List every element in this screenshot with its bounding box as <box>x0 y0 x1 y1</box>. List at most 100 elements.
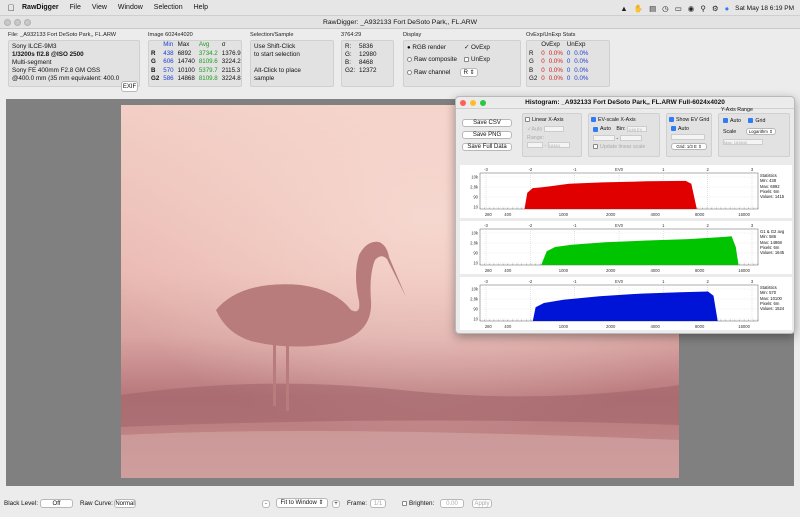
ev-tick-label: 1 <box>662 279 665 284</box>
table-row: G 606 14740 8109.6 3224.2 <box>149 58 243 67</box>
histogram-window[interactable]: Histogram: _A932133 Fort DeSoto Park,, F… <box>455 96 795 334</box>
sample-key: G: <box>345 51 352 58</box>
grid-auto-checkbox[interactable]: Auto <box>671 126 711 132</box>
menu-view[interactable]: View <box>92 4 107 11</box>
zoom-button[interactable] <box>480 100 486 106</box>
x-tick-label: 4000 <box>650 324 660 329</box>
sample-value: 12372 <box>359 67 377 74</box>
close-button[interactable] <box>4 19 11 26</box>
x-tick-label: 2000 <box>606 324 616 329</box>
wifi-icon[interactable]: ◉ <box>688 4 695 13</box>
count-cell: 0 <box>566 58 571 65</box>
zoom-select[interactable]: Fit to Window ⇕ <box>276 498 328 508</box>
control-center-icon[interactable]: ⚙ <box>712 4 719 13</box>
ev-scale-checkbox[interactable]: EV-scale X-Axis <box>591 117 659 123</box>
rgb-render-radio[interactable]: ● RGB render <box>407 44 517 52</box>
black-level-select[interactable]: Off <box>40 499 73 508</box>
range-min-field[interactable] <box>527 142 543 149</box>
ev-tick-label: -1 <box>573 167 577 172</box>
range-max-field[interactable]: 16384 <box>547 142 570 149</box>
show-ev-grid-checkbox[interactable]: Show EV Grid <box>669 117 711 123</box>
minimize-button[interactable] <box>470 100 476 106</box>
menu-help[interactable]: Help <box>194 4 208 11</box>
percent-cell: 0.0% <box>548 75 563 82</box>
scale-label: Scale <box>723 129 737 135</box>
unexp-checkbox[interactable]: UnExp <box>464 56 490 64</box>
scale-select[interactable]: Logarithm ⇕ <box>745 128 776 135</box>
count-cell: 0 <box>566 49 571 57</box>
ev-max-field[interactable] <box>619 135 642 142</box>
ovexp-checkbox[interactable]: ✓ OvExp <box>464 44 490 52</box>
clock-icon[interactable]: ◷ <box>662 4 669 13</box>
brighten-checkbox[interactable]: Brighten: <box>402 500 434 507</box>
hand-icon[interactable]: ✋ <box>634 4 643 13</box>
sd-cell: 3224.8 <box>221 75 241 82</box>
raw-composite-radio[interactable]: Raw composite <box>407 56 517 64</box>
percent-cell: 0.0% <box>548 58 563 65</box>
menubar-datetime[interactable]: Sat May 18 6:19 PM <box>735 5 794 12</box>
y-grid-checkbox[interactable]: Grid <box>748 118 765 124</box>
ev-auto-checkbox[interactable]: Auto <box>593 126 611 132</box>
file-panel-title: File: _A932133 Fort DeSoto Park,, FL.ARW <box>8 32 117 38</box>
sample-row: B: 8468 <box>345 59 390 67</box>
scale-row: Scale Logarithm ⇕ <box>723 128 789 135</box>
save-csv-button[interactable]: Save CSV <box>462 119 512 127</box>
channel-cell: G <box>151 58 156 65</box>
menu-window[interactable]: Window <box>118 4 143 11</box>
x-tick-label: 1000 <box>559 212 569 217</box>
zoom-button[interactable] <box>24 19 31 26</box>
raw-curve-select[interactable]: Normal <box>114 499 136 508</box>
exif-button[interactable]: EXIF <box>121 81 138 92</box>
zoom-in-button[interactable]: + <box>332 500 340 508</box>
header-cell: Min <box>163 41 174 48</box>
ev-tick-label: 2 <box>706 279 709 284</box>
search-icon[interactable]: ⚲ <box>700 4 706 13</box>
channel-select[interactable]: R ⇕ <box>460 68 479 77</box>
sd-cell: 1376.9 <box>221 49 241 57</box>
header-cell: OvExp <box>541 41 560 48</box>
checkbox-icon <box>402 500 407 506</box>
save-full-data-button[interactable]: Save Full Data <box>462 143 512 151</box>
y-tick-label: 10 <box>473 261 478 266</box>
checkbox-label: Auto <box>531 126 543 133</box>
apple-menu-icon[interactable]:  <box>0 3 22 13</box>
ev-tick-label: -3 <box>484 279 488 284</box>
apply-button[interactable]: Apply <box>472 499 492 508</box>
avg-cell: 5379.7 <box>198 66 218 74</box>
histogram-red: -3 -2 -1 EV0 1 2 3 10k 2.8k 90 10 280 400 1000 2000 400… <box>460 165 792 218</box>
menu-file[interactable]: File <box>70 4 81 11</box>
linear-min-field[interactable] <box>543 126 564 132</box>
save-png-button[interactable]: Save PNG <box>462 131 512 139</box>
display-panel-title: Display <box>403 32 422 38</box>
ev-grid-select[interactable]: Grid: 1/3 E ⇕ <box>671 143 707 151</box>
menu-selection[interactable]: Selection <box>154 4 183 11</box>
brighten-field[interactable]: 0.00 <box>440 499 464 508</box>
grid-field[interactable] <box>671 134 705 140</box>
bin-field[interactable]: 1/48 EV <box>627 126 648 132</box>
frame-field[interactable]: 1/1 <box>370 499 386 508</box>
battery-icon[interactable]: ▭ <box>675 4 682 13</box>
sidebar-icon[interactable]: ▤ <box>649 4 656 13</box>
menu-app[interactable]: RawDigger <box>22 4 59 11</box>
ev-min-field[interactable] <box>593 135 615 142</box>
linear-auto-checkbox[interactable]: ✓Auto <box>527 126 581 132</box>
bottom-toolbar: Black Level: Off Raw Curve: Normal - Fit… <box>0 486 800 517</box>
max-cell: 14868 <box>177 75 195 82</box>
y-max-field[interactable]: Max: 163840 <box>723 139 763 145</box>
close-button[interactable] <box>460 100 466 106</box>
flame-icon[interactable]: ▲ <box>620 4 627 13</box>
y-tick-label: 10k <box>471 175 479 180</box>
ev-tick-label: -3 <box>484 167 488 172</box>
ev-axis-group: EV-scale X-Axis Auto Bin: 1/48 EV - Upda… <box>588 113 660 157</box>
range-row: - 16384 <box>527 142 581 149</box>
update-linear-checkbox[interactable]: Update linear scale <box>593 144 659 150</box>
ev-tick-label: -3 <box>484 223 488 228</box>
minimize-button[interactable] <box>14 19 21 26</box>
y-auto-checkbox[interactable]: Auto <box>723 118 741 124</box>
status-area: ▲ ✋ ▤ ◷ ▭ ◉ ⚲ ⚙ ● Sat May 18 6:19 PM <box>620 0 794 16</box>
linear-x-checkbox[interactable]: Linear X-Axis <box>525 117 581 123</box>
siri-icon[interactable]: ● <box>725 4 730 13</box>
zoom-out-button[interactable]: - <box>262 500 270 508</box>
raw-channel-radio[interactable]: Raw channel R ⇕ <box>407 68 517 77</box>
radio-icon <box>407 56 412 62</box>
